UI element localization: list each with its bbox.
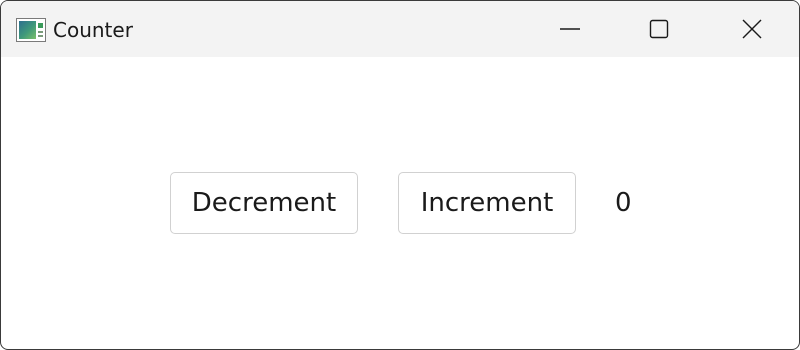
- app-icon-screen: [19, 21, 36, 39]
- close-icon: [742, 19, 762, 39]
- app-window-icon: [16, 18, 46, 42]
- app-icon-bar: [38, 35, 43, 37]
- app-icon-bar: [38, 23, 43, 28]
- decrement-button[interactable]: Decrement: [170, 172, 358, 234]
- counter-value: 0: [615, 188, 632, 218]
- main-content: Decrement Increment 0: [1, 57, 799, 349]
- minimize-icon: [560, 28, 580, 30]
- minimize-button[interactable]: [547, 1, 593, 57]
- maximize-icon: [649, 19, 669, 39]
- app-icon-bar: [38, 31, 43, 33]
- maximize-button[interactable]: [636, 1, 682, 57]
- window-title: Counter: [53, 18, 133, 42]
- close-button[interactable]: [729, 1, 775, 57]
- app-window: Counter Decrement Increment 0: [0, 0, 800, 350]
- increment-button[interactable]: Increment: [398, 172, 576, 234]
- title-bar[interactable]: Counter: [1, 1, 799, 57]
